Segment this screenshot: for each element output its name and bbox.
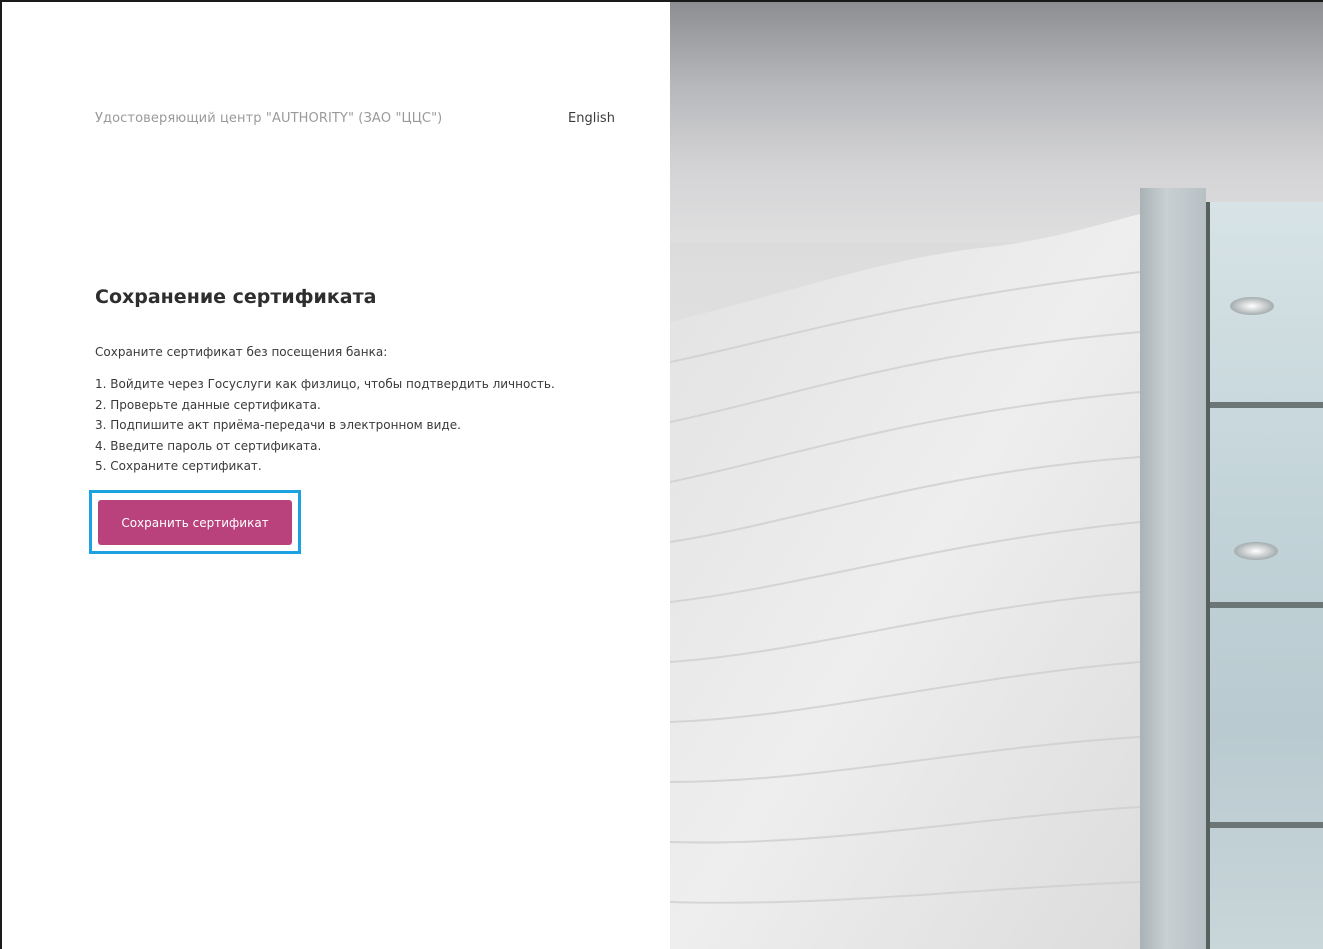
brand-text: Удостоверяющий центр "AUTHORITY" (ЗАО "Ц…	[95, 111, 443, 126]
content-panel: Удостоверяющий центр "AUTHORITY" (ЗАО "Ц…	[2, 2, 670, 949]
step-item: 5. Сохраните сертификат.	[95, 459, 262, 473]
steps-list: 1. Войдите через Госуслуги как физлицо, …	[95, 374, 555, 477]
background-photo	[670, 2, 1323, 949]
page-frame: Удостоверяющий центр "AUTHORITY" (ЗАО "Ц…	[0, 0, 1323, 949]
window-image-area	[1206, 202, 1323, 949]
pillar-image-area	[1140, 188, 1206, 949]
save-certificate-button[interactable]: Сохранить сертификат	[98, 500, 292, 545]
step-item: 3. Подпишите акт приёма-передачи в элект…	[95, 418, 461, 432]
page-title: Сохранение сертификата	[95, 286, 377, 308]
step-item: 2. Проверьте данные сертификата.	[95, 397, 321, 412]
step-item: 1. Войдите через Госуслуги как физлицо, …	[95, 377, 555, 391]
language-switch-link[interactable]: English	[568, 111, 615, 126]
intro-text: Сохраните сертификат без посещения банка…	[95, 345, 388, 359]
step-item: 4. Введите пароль от сертификата.	[95, 438, 322, 453]
